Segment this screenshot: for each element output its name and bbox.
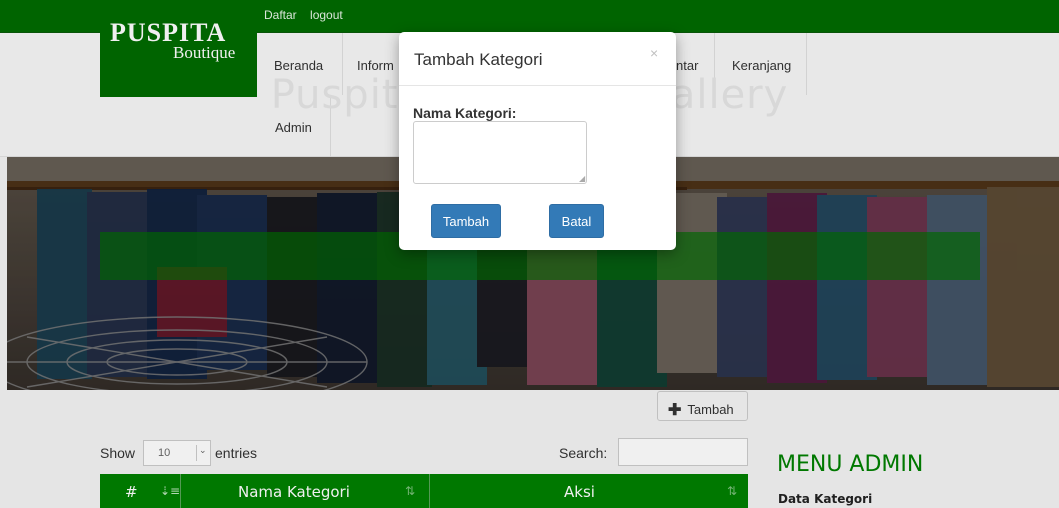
modal-header: Tambah Kategori × [399,32,676,86]
modal-title: Tambah Kategori [414,50,543,69]
category-name-label: Nama Kategori: [413,105,517,121]
add-category-modal: Tambah Kategori × Nama Kategori: ◢ Tamba… [399,32,676,250]
close-icon[interactable]: × [650,45,658,61]
cancel-button[interactable]: Batal [549,204,604,238]
submit-button[interactable]: Tambah [431,204,501,238]
resize-grip-icon[interactable]: ◢ [579,174,585,183]
category-name-input[interactable] [413,121,587,184]
